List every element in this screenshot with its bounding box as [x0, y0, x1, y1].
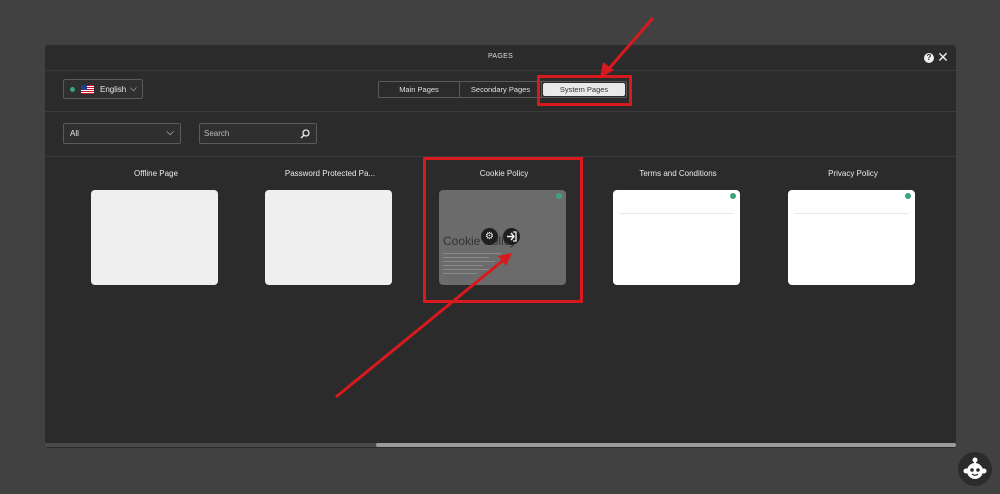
highlight-box-cookie-policy [423, 157, 583, 303]
modal-toolbar: English ⌵ Main Pages Secondary Pages Sys… [45, 71, 956, 112]
page-thumbnail[interactable] [91, 190, 218, 285]
search-box [199, 123, 317, 144]
search-icon[interactable] [300, 129, 310, 139]
page-card-title: Password Protected Pa... [284, 169, 376, 178]
filters-bar: All ⌵ [45, 112, 956, 157]
help-icon[interactable]: ? [924, 53, 934, 63]
highlight-box-system-pages [537, 75, 632, 106]
thumbnail-divider [619, 213, 734, 214]
language-status-dot [70, 87, 75, 92]
thumbnail-divider [794, 213, 909, 214]
category-select-value: All [70, 129, 79, 138]
page-card-title: Offline Page [134, 169, 178, 178]
chevron-down-icon: ⌵ [130, 83, 137, 93]
modal-title: PAGES [487, 53, 514, 60]
published-status-dot [905, 193, 911, 199]
page-card-title: Terms and Conditions [639, 169, 717, 178]
page-card-title: Privacy Policy [828, 169, 878, 178]
published-status-dot [730, 193, 736, 199]
close-icon[interactable]: ✕ [937, 50, 949, 64]
assistant-bot-icon[interactable] [958, 452, 992, 486]
page-thumbnail[interactable] [613, 190, 740, 285]
language-label: English [100, 85, 127, 94]
search-input[interactable] [204, 127, 292, 140]
us-flag-icon [81, 85, 94, 94]
modal-header: PAGES ? ✕ [45, 45, 956, 71]
horizontal-scrollbar-thumb[interactable] [376, 443, 956, 447]
tab-secondary-pages[interactable]: Secondary Pages [460, 82, 542, 97]
chevron-down-icon: ⌵ [166, 127, 174, 138]
language-selector[interactable]: English ⌵ [63, 79, 143, 99]
category-select[interactable]: All ⌵ [63, 123, 181, 144]
page-thumbnail[interactable] [265, 190, 392, 285]
tab-main-pages[interactable]: Main Pages [379, 82, 460, 97]
page-thumbnail[interactable] [788, 190, 915, 285]
